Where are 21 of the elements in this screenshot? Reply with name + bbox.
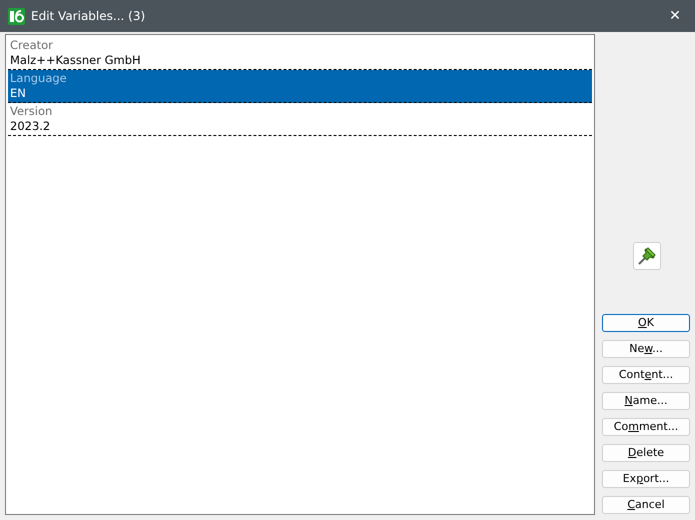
pin-button[interactable] xyxy=(633,242,661,270)
variable-value: Malz++Kassner GmbH xyxy=(10,53,142,68)
dialog-button[interactable]: Name... xyxy=(602,392,690,410)
pushpin-icon xyxy=(636,245,658,267)
app-icon xyxy=(8,8,25,24)
dialog-button[interactable]: Comment... xyxy=(602,418,690,436)
variable-value: 2023.2 xyxy=(10,119,52,134)
variable-name: Creator xyxy=(10,38,54,53)
variable-row[interactable]: Version 2023.2 xyxy=(8,103,592,136)
variable-value: EN xyxy=(10,86,27,101)
dialog-button[interactable]: OK xyxy=(602,314,690,332)
variable-row[interactable]: Language EN xyxy=(8,70,592,103)
dialog-button[interactable]: Content... xyxy=(602,366,690,384)
variable-name: Language xyxy=(10,71,68,86)
dialog-button[interactable]: Export... xyxy=(602,470,690,488)
close-button[interactable]: ✕ xyxy=(655,0,695,32)
dialog-button[interactable]: Cancel xyxy=(602,496,690,514)
window-title: Edit Variables... (3) xyxy=(31,8,146,25)
dialog-button[interactable]: New... xyxy=(602,340,690,358)
variable-name: Version xyxy=(10,104,54,119)
dialog-button[interactable]: Delete xyxy=(602,444,690,462)
